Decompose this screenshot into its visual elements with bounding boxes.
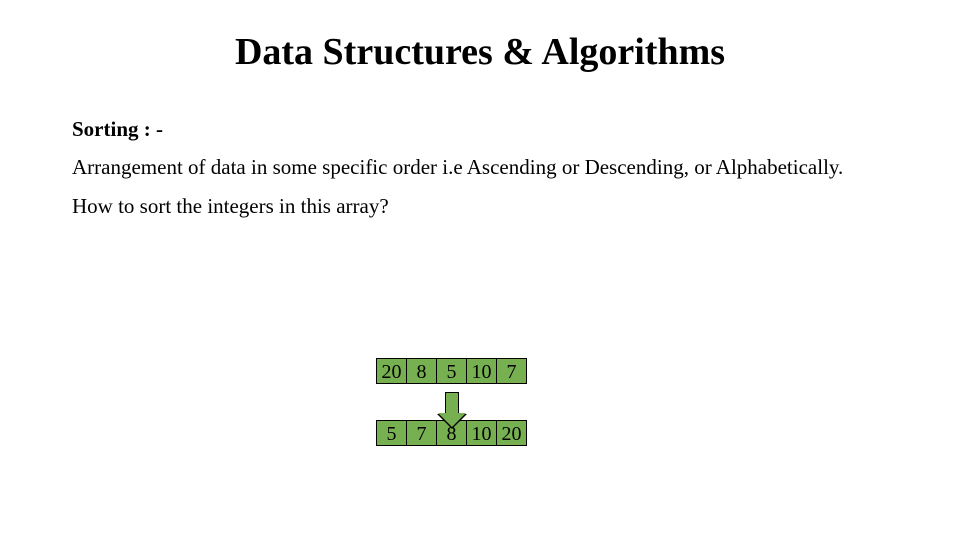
definition-text: Arrangement of data in some specific ord… <box>72 154 888 180</box>
unsorted-array: 20 8 5 10 7 <box>376 358 527 384</box>
array-cell: 10 <box>466 420 497 446</box>
arrow-down-icon <box>445 392 459 413</box>
section-heading: Sorting : - <box>72 116 888 142</box>
arrow-container <box>376 384 527 420</box>
array-cell: 20 <box>376 358 407 384</box>
array-cell: 20 <box>496 420 527 446</box>
slide: Data Structures & Algorithms Sorting : -… <box>0 0 960 540</box>
question-text: How to sort the integers in this array? <box>72 193 888 219</box>
array-cell: 7 <box>496 358 527 384</box>
array-cell: 8 <box>406 358 437 384</box>
array-diagram: 20 8 5 10 7 5 7 8 10 20 <box>376 358 527 446</box>
slide-title: Data Structures & Algorithms <box>0 0 960 88</box>
slide-body: Sorting : - Arrangement of data in some … <box>0 88 960 219</box>
array-cell: 5 <box>376 420 407 446</box>
array-cell: 10 <box>466 358 497 384</box>
array-cell: 7 <box>406 420 437 446</box>
array-cell: 5 <box>436 358 467 384</box>
